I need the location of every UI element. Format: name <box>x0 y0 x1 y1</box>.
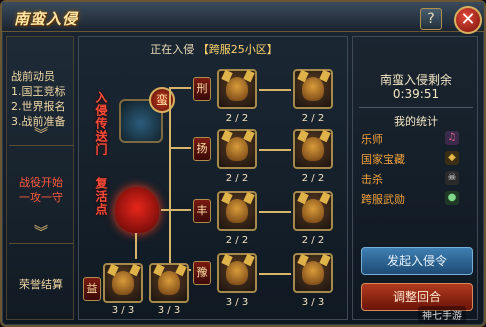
revive-point[interactable] <box>115 187 159 233</box>
remaining-title: 南蛮入侵剩余 <box>379 73 452 87</box>
path-line <box>259 211 291 213</box>
medal-icon: ● <box>445 191 459 205</box>
stat-label: 国家宝藏 <box>361 153 405 166</box>
status-text: 正在入侵 <box>150 43 195 56</box>
server-name: 【跨服25小区】 <box>197 43 278 56</box>
phase-honor[interactable]: 荣誉结算 <box>7 277 75 292</box>
revive-label: 复活点 <box>94 177 108 216</box>
close-button[interactable]: ✕ <box>454 6 482 34</box>
path-line <box>135 233 137 259</box>
drum-icon: ♫ <box>445 131 459 145</box>
node-count: 3 / 3 <box>157 305 181 316</box>
node-badge: 丰 <box>193 199 211 223</box>
boss-node[interactable] <box>293 191 333 231</box>
node-count: 3 / 3 <box>301 297 325 308</box>
node-badge: 益 <box>83 277 101 301</box>
phase-battle[interactable]: 战役开始 一攻一守 <box>7 175 75 205</box>
portal-label: 入侵传送门 <box>94 91 108 156</box>
path-line <box>259 149 291 151</box>
countdown-timer: 0:39:51 <box>392 87 440 101</box>
boss-node[interactable] <box>217 69 257 109</box>
phase-prep[interactable]: 战前动员 1.国王竞标 2.世界报名 3.战前准备 ︾ <box>7 69 75 143</box>
stats-title: 我的统计 <box>394 115 438 128</box>
invasion-status: 正在入侵 【跨服25小区】 <box>79 41 349 57</box>
path-line <box>169 87 171 269</box>
boss-node[interactable] <box>217 253 257 293</box>
path-line <box>259 89 291 91</box>
divider <box>9 243 73 244</box>
battle-map: 正在入侵 【跨服25小区】 入侵传送门 复活点 蛮 刑 2 / 2 2 / 2 … <box>78 36 348 320</box>
boss-node[interactable] <box>217 191 257 231</box>
stat-label: 跨服武勋 <box>361 193 405 206</box>
invade-order-button[interactable]: 发起入侵令 <box>361 247 473 275</box>
boss-node[interactable] <box>293 69 333 109</box>
node-count: 2 / 2 <box>225 235 249 246</box>
node-badge: 扬 <box>193 137 211 161</box>
node-count: 3 / 3 <box>225 297 249 308</box>
window-title: 南蛮入侵 <box>14 10 79 28</box>
node-count: 2 / 2 <box>301 113 325 124</box>
barbarian-flag: 蛮 <box>149 87 175 113</box>
path-line <box>169 147 191 149</box>
boss-node[interactable] <box>149 263 189 303</box>
phase-prep-item: 2.世界报名 <box>11 100 66 113</box>
title-bar: 南蛮入侵 ? ✕ <box>2 2 484 34</box>
boss-node[interactable] <box>293 253 333 293</box>
phase-honor-title: 荣誉结算 <box>19 278 63 291</box>
treasure-icon: ◆ <box>445 151 459 165</box>
node-count: 2 / 2 <box>225 113 249 124</box>
phase-prep-title: 战前动员 <box>11 70 55 83</box>
phase-prep-item: 1.国王竞标 <box>11 85 66 98</box>
node-badge: 豫 <box>193 261 211 285</box>
path-line <box>169 87 191 89</box>
node-count: 2 / 2 <box>301 235 325 246</box>
chevron-down-icon: ︾ <box>34 127 48 143</box>
phase-sidebar: 战前动员 1.国王竞标 2.世界报名 3.战前准备 ︾ 战役开始 一攻一守 ︾ … <box>6 36 74 320</box>
boss-node[interactable] <box>103 263 143 303</box>
boss-node[interactable] <box>293 129 333 169</box>
stat-row: 国家宝藏 ◆ <box>361 149 471 167</box>
path-line <box>161 209 191 211</box>
stat-label: 乐师 <box>361 133 383 146</box>
node-count: 3 / 3 <box>111 305 135 316</box>
boss-node[interactable] <box>217 129 257 169</box>
path-line <box>259 273 291 275</box>
phase-battle-line: 战役开始 <box>19 176 63 189</box>
node-count: 2 / 2 <box>225 173 249 184</box>
stat-row: 击杀 ☠ <box>361 169 471 187</box>
phase-battle-line: 一攻一守 <box>19 191 63 204</box>
skull-icon: ☠ <box>445 171 459 185</box>
node-count: 2 / 2 <box>301 173 325 184</box>
chevron-down-icon: ︾ <box>34 225 48 241</box>
watermark: 神七手游 <box>418 306 466 323</box>
stat-label: 击杀 <box>361 173 383 186</box>
info-panel: 南蛮入侵剩余 0:39:51 我的统计 乐师 ♫ 国家宝藏 ◆ 击杀 ☠ 跨服武… <box>352 36 478 320</box>
help-button[interactable]: ? <box>420 8 442 30</box>
divider <box>359 107 473 108</box>
node-badge: 刑 <box>193 77 211 101</box>
stat-row: 跨服武勋 ● <box>361 189 471 207</box>
chevron-divider: ︾ <box>7 225 75 241</box>
divider <box>9 145 73 146</box>
stat-row: 乐师 ♫ <box>361 129 471 147</box>
